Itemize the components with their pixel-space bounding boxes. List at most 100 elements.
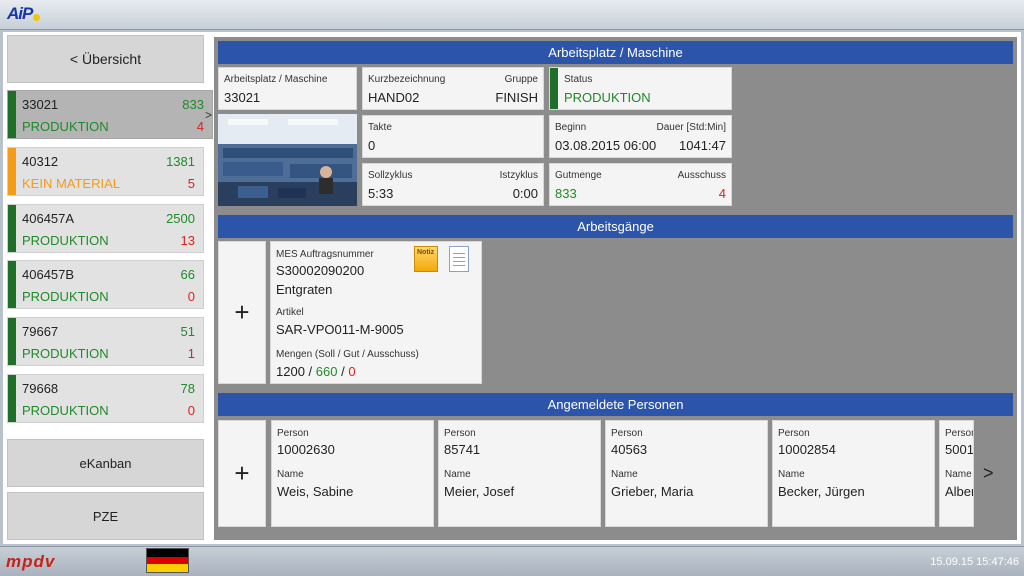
short-name-value: HAND02 bbox=[368, 90, 420, 105]
machine-quantity: 2500 bbox=[166, 211, 195, 226]
ekanban-button[interactable]: eKanban bbox=[7, 439, 204, 487]
machine-tile[interactable]: 406457A 2500 PRODUKTION 13 bbox=[7, 204, 204, 253]
person-id: 10002630 bbox=[277, 442, 335, 457]
status-color-bar bbox=[8, 205, 16, 252]
begin-value: 03.08.2015 06:00 bbox=[555, 138, 657, 153]
workshop-image bbox=[218, 114, 357, 206]
machine-status: KEIN MATERIAL bbox=[22, 176, 121, 191]
good-quantity-label: Gutmenge bbox=[555, 170, 602, 181]
person-label: Person bbox=[444, 428, 476, 439]
short-name-card: Kurzbezeichnung Gruppe HAND02 FINISH bbox=[362, 67, 544, 110]
status-color-bar bbox=[8, 261, 16, 308]
note-icon[interactable]: Notiz bbox=[414, 246, 438, 272]
separator: / bbox=[308, 364, 313, 379]
persons-header: Angemeldete Personen bbox=[218, 393, 1013, 416]
duration-value: 1041:47 bbox=[679, 138, 726, 153]
person-label: Person bbox=[778, 428, 810, 439]
machine-status: PRODUKTION bbox=[22, 346, 109, 361]
status-color-bar bbox=[8, 318, 16, 365]
machine-scrap: 0 bbox=[187, 289, 195, 304]
person-name: Weis, Sabine bbox=[277, 484, 354, 499]
operations-header: Arbeitsgänge bbox=[218, 215, 1013, 238]
status-color-bar bbox=[8, 91, 16, 138]
pze-button[interactable]: PZE bbox=[7, 492, 204, 540]
person-label: Person bbox=[277, 428, 309, 439]
machine-scrap: 1 bbox=[187, 346, 195, 361]
status-card: Status PRODUKTION bbox=[549, 67, 732, 110]
good-quantity-value: 833 bbox=[555, 186, 577, 201]
workplace-value: 33021 bbox=[224, 90, 261, 105]
machine-scrap: 13 bbox=[180, 233, 195, 248]
status-label: Status bbox=[564, 74, 593, 85]
person-card[interactable]: Person 40563 Name Grieber, Maria bbox=[605, 420, 768, 527]
machine-id: 406457B bbox=[22, 267, 75, 282]
machine-quantity: 78 bbox=[180, 381, 195, 396]
person-name: Alber bbox=[945, 484, 974, 499]
workplace-header: Arbeitsplatz / Maschine bbox=[218, 41, 1013, 64]
person-label: Person bbox=[945, 428, 974, 439]
machine-photo bbox=[218, 114, 357, 206]
document-icon[interactable] bbox=[449, 246, 469, 272]
person-card[interactable]: Person 5001 Name Alber bbox=[939, 420, 974, 527]
aip-logo-dot bbox=[33, 14, 40, 21]
status-value: PRODUKTION bbox=[564, 90, 651, 105]
machine-id: 406457A bbox=[22, 211, 75, 226]
short-name-label: Kurzbezeichnung bbox=[368, 74, 446, 85]
machine-tile[interactable]: 79667 51 PRODUKTION 1 bbox=[7, 317, 204, 366]
machine-tile[interactable]: 40312 1381 KEIN MATERIAL 5 bbox=[7, 147, 204, 196]
status-color-bar bbox=[8, 375, 16, 422]
machine-scrap: 5 bbox=[187, 176, 195, 191]
machine-scrap: 4 bbox=[196, 119, 204, 134]
cycles-card: Takte 0 bbox=[362, 115, 544, 158]
group-label: Gruppe bbox=[504, 74, 538, 85]
machine-tile[interactable]: 79668 78 PRODUKTION 0 bbox=[7, 374, 204, 423]
cycles-value: 0 bbox=[368, 138, 376, 153]
person-name: Grieber, Maria bbox=[611, 484, 694, 499]
machine-id: 79668 bbox=[22, 381, 59, 396]
duration-label: Dauer [Std:Min] bbox=[656, 122, 726, 133]
machine-quantity: 1381 bbox=[166, 154, 195, 169]
german-flag-icon[interactable] bbox=[146, 548, 189, 573]
machine-id: 79667 bbox=[22, 324, 59, 339]
mpdv-logo: mpdv bbox=[6, 552, 56, 571]
machine-id: 40312 bbox=[22, 154, 59, 169]
status-color-bar bbox=[8, 148, 16, 195]
machine-tile[interactable]: 33021 833 PRODUKTION 4 bbox=[7, 90, 213, 139]
good-quantity: 660 bbox=[315, 364, 338, 379]
overview-button[interactable]: < Übersicht bbox=[7, 35, 204, 83]
order-number-value: S30002090200 bbox=[276, 263, 365, 278]
target-quantity: 1200 bbox=[276, 364, 305, 379]
quantities-label: Mengen (Soll / Gut / Ausschuss) bbox=[276, 349, 419, 360]
person-name: Meier, Josef bbox=[444, 484, 515, 499]
scrap-label: Ausschuss bbox=[677, 170, 726, 181]
person-id: 40563 bbox=[611, 442, 648, 457]
person-id: 5001 bbox=[945, 442, 974, 457]
title-bar: AiP bbox=[0, 0, 1024, 30]
machine-quantity: 51 bbox=[180, 324, 195, 339]
next-persons-button[interactable]: > bbox=[983, 463, 994, 484]
machine-tile[interactable]: 406457B 66 PRODUKTION 0 bbox=[7, 260, 204, 309]
workplace-card: Arbeitsplatz / Maschine 33021 bbox=[218, 67, 357, 110]
person-card[interactable]: Person 10002630 Name Weis, Sabine bbox=[271, 420, 434, 527]
cycle-time-card: Sollzyklus Istzyklus 5:33 0:00 bbox=[362, 163, 544, 206]
add-person-button[interactable]: + bbox=[218, 420, 266, 527]
name-label: Name bbox=[778, 469, 805, 480]
status-color-bar bbox=[550, 68, 558, 109]
machine-quantity: 833 bbox=[182, 97, 204, 112]
separator: / bbox=[341, 364, 345, 379]
add-operation-button[interactable]: + bbox=[218, 241, 266, 384]
aip-logo: AiP bbox=[7, 4, 33, 23]
quantity-card: Gutmenge Ausschuss 833 4 bbox=[549, 163, 732, 206]
name-label: Name bbox=[444, 469, 471, 480]
quantities-value: 1200 / 660 / 0 bbox=[276, 364, 356, 379]
person-card[interactable]: Person 10002854 Name Becker, Jürgen bbox=[772, 420, 935, 527]
group-value: FINISH bbox=[495, 90, 538, 105]
person-label: Person bbox=[611, 428, 643, 439]
actual-cycle-label: Istzyklus bbox=[499, 170, 538, 181]
person-card[interactable]: Person 85741 Name Meier, Josef bbox=[438, 420, 601, 527]
note-icon-text: Notiz bbox=[417, 249, 435, 256]
order-number-label: MES Auftragsnummer bbox=[276, 249, 374, 260]
machine-status: PRODUKTION bbox=[22, 289, 109, 304]
target-cycle-label: Sollzyklus bbox=[368, 170, 413, 181]
article-label: Artikel bbox=[276, 307, 304, 318]
